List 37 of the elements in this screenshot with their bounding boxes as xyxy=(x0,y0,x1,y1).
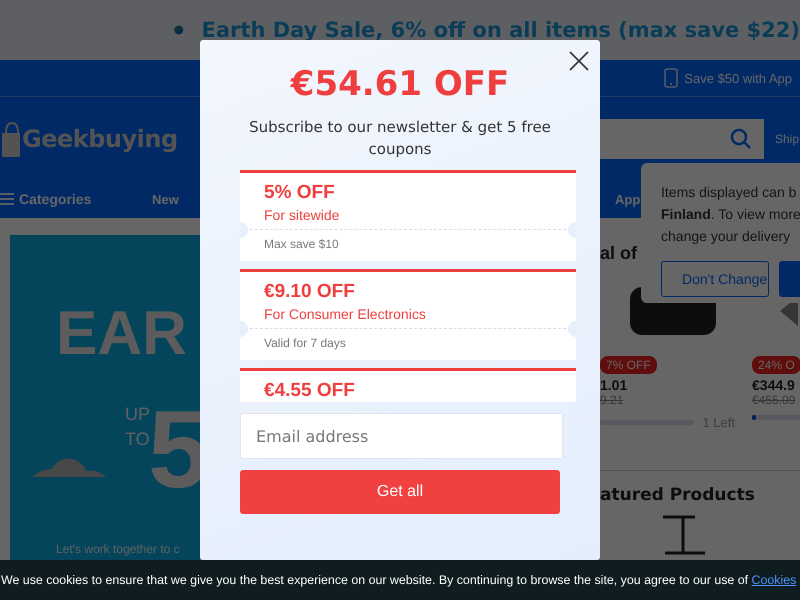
categories-menu[interactable]: Categories xyxy=(0,191,92,207)
nav-link[interactable]: App xyxy=(615,192,640,206)
popup-button[interactable]: Don't Change xyxy=(661,261,769,297)
email-field[interactable]: Email address xyxy=(240,413,563,459)
coupon-note: Valid for 7 days xyxy=(263,335,347,352)
modal-title: €54.61 OFF xyxy=(290,64,510,104)
coupon-note: Max save $10 xyxy=(263,236,340,253)
menu-icon xyxy=(0,193,14,205)
logo[interactable]: Geekbuying xyxy=(22,124,178,152)
price: 1.01 xyxy=(600,377,628,393)
price: €344.9 xyxy=(752,377,795,393)
categories-label[interactable]: Categories xyxy=(19,191,92,207)
coupon-amount: 5% OFF xyxy=(264,182,336,204)
section-title: al of xyxy=(600,243,638,264)
close-button[interactable] xyxy=(568,50,590,72)
coupon-scope: For Consumer Electronics xyxy=(264,306,427,322)
cookie-message: We use cookies to ensure that we give you the best experience on our website. By continuing to browse the site, you agree to our use of Cookies xyxy=(1,573,796,587)
get-all-button[interactable]: Get all xyxy=(240,470,560,514)
coupon-scope: For sitewide xyxy=(264,207,340,223)
hero-up-text: UP xyxy=(125,405,150,423)
nav-link[interactable]: New xyxy=(152,192,179,206)
hero-tagline: Let's work together to c xyxy=(56,542,180,556)
delivery-message: Items displayed can b Finland. To view more change your delivery xyxy=(661,183,800,246)
modal-subtitle: Subscribe to our newsletter & get 5 free coupons xyxy=(248,117,552,160)
search-field[interactable] xyxy=(598,118,764,158)
app-offer-link[interactable]: Save $50 with App xyxy=(684,70,792,86)
cookies-link[interactable]: Cookies xyxy=(752,573,796,587)
coupon-amount: €4.55 OFF xyxy=(264,380,356,402)
phone-icon xyxy=(664,68,678,88)
promo-banner-text: Earth Day Sale, 6% off on all items (max save $22) xyxy=(202,18,800,42)
discount-badge: 7% OFF xyxy=(600,356,657,374)
search-icon[interactable] xyxy=(730,128,752,150)
hero-headline: EAR xyxy=(56,303,187,365)
coupon-amount: €9.10 OFF xyxy=(264,281,356,303)
shipping-label[interactable]: Ship xyxy=(774,132,799,146)
hero-to-text: TO xyxy=(125,430,150,448)
discount-badge: 24% O xyxy=(752,356,800,374)
